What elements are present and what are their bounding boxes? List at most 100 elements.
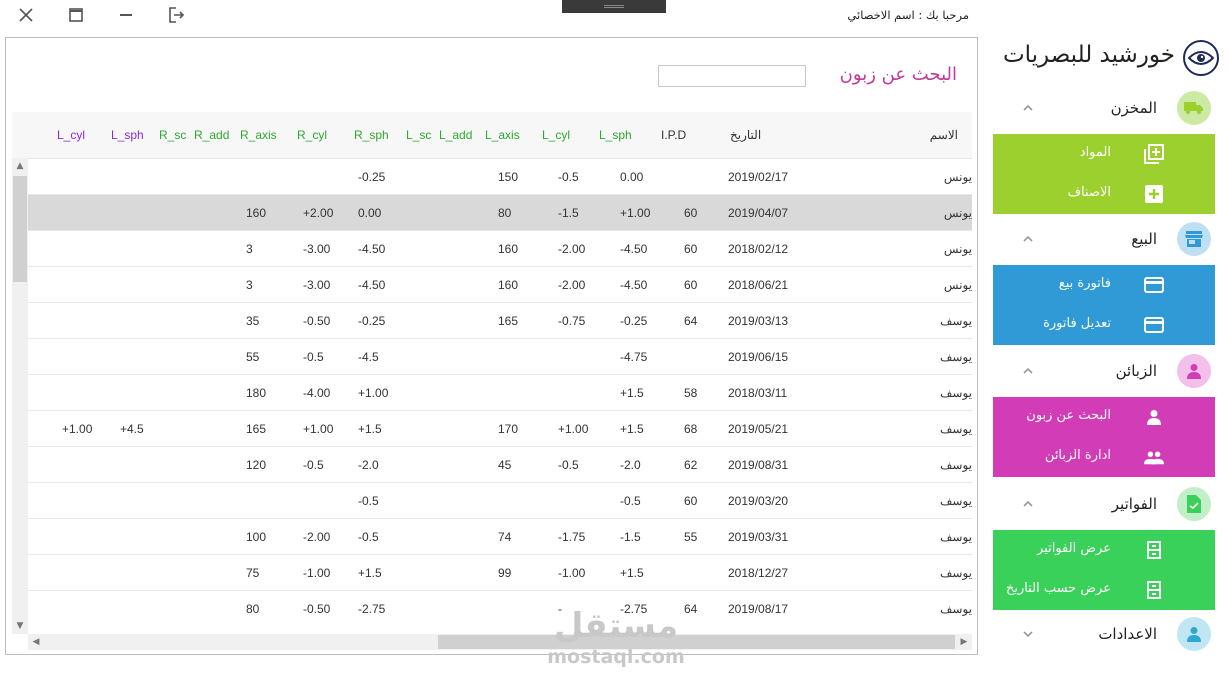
- cell-ipd: 64: [684, 314, 698, 328]
- cell-date: 2019/08/31: [728, 458, 789, 472]
- table-row[interactable]: يوسف 2018/03/11 58 +1.5 +1.00 -4.00 180: [28, 374, 972, 410]
- column-header-l-axis[interactable]: L_axis: [485, 128, 520, 142]
- sidebar-category-invoices[interactable]: الفواتير: [993, 486, 1215, 524]
- table-row[interactable]: يوسف 2019/03/13 64 -0.25 -0.75 165 -0.25 -0.50 3…: [28, 302, 972, 338]
- sidebar-item-view-invoices[interactable]: عرض الفواتير: [993, 530, 1215, 570]
- cell-r-sph: -2.75: [358, 602, 386, 616]
- brand-name: خورشيد للبصريات: [1002, 42, 1175, 68]
- column-header-r-sc[interactable]: R_sc: [159, 128, 186, 142]
- cell-r-cyl: -2.00: [303, 530, 331, 544]
- cell-l-sph: -0.5: [620, 494, 641, 508]
- sidebar-category-warehouse[interactable]: المخزن: [993, 90, 1215, 128]
- column-header-l-sph[interactable]: L_sph: [599, 128, 632, 142]
- cell-l-sph: -0.25: [620, 314, 648, 328]
- chevron-up-icon[interactable]: [1021, 496, 1035, 510]
- sidebar-item-view-by-date[interactable]: عرض حسب التاريخ: [993, 570, 1215, 610]
- column-header-r-add[interactable]: R_add: [194, 128, 229, 142]
- column-header-l-sc[interactable]: L_sc: [406, 128, 431, 142]
- cell-ipd: 68: [684, 422, 698, 436]
- column-header-l-cyl[interactable]: L_cyl: [542, 128, 570, 142]
- cell-name: يوسف: [939, 566, 972, 580]
- category-label: الزبائن: [1115, 362, 1157, 380]
- cell-date: 2019/04/07: [728, 206, 789, 220]
- table-row[interactable]: يوسف 2019/08/17 64 -2.75- -2.75 -0.50 80: [28, 590, 972, 626]
- vertical-scrollbar[interactable]: ▲ ▼: [12, 158, 28, 634]
- column-header-l-add[interactable]: L_add: [439, 128, 472, 142]
- sidebar-item-manage-customers[interactable]: ادارة الزبائن: [993, 437, 1215, 477]
- chevron-up-icon[interactable]: [1021, 363, 1035, 377]
- cell-r-cyl: -0.50: [303, 602, 331, 616]
- sidebar-item-edit-invoice[interactable]: تعديل فاتورة: [993, 305, 1215, 345]
- cell-ipd: 60: [684, 278, 698, 292]
- table-row[interactable]: يوسف 2019/03/20 60 -0.5 -0.5: [28, 482, 972, 518]
- window-drag-handle[interactable]: [562, 0, 666, 13]
- cell-ipd: 60: [684, 494, 698, 508]
- scroll-right-icon[interactable]: ▶: [956, 634, 972, 650]
- table-header: الاسم التاريخ I.P.D L_sph L_cyl L_axis L…: [12, 112, 972, 158]
- horizontal-scrollbar[interactable]: ◀ ▶: [28, 634, 972, 650]
- cell-l-axis: 99: [498, 566, 512, 580]
- cell-date: 2019/05/21: [728, 422, 789, 436]
- cell-ipd: 55: [684, 530, 698, 544]
- column-header-r-cyl[interactable]: R_cyl: [297, 128, 327, 142]
- cell-name: يونس: [943, 278, 972, 292]
- column-header-l-cyl-2[interactable]: L_cyl: [57, 128, 85, 142]
- cell-date: 2018/12/27: [728, 566, 789, 580]
- minimize-icon[interactable]: [114, 4, 138, 26]
- cell-l-axis: 80: [498, 206, 512, 220]
- scroll-up-icon[interactable]: ▲: [12, 158, 28, 174]
- table-row[interactable]: يوسف 2019/06/15 -4.75 -4.5 -0.5 55: [28, 338, 972, 374]
- column-header-date[interactable]: التاريخ: [730, 128, 761, 142]
- sidebar-category-customers[interactable]: الزبائن: [993, 353, 1215, 391]
- column-header-r-sph[interactable]: R_sph: [354, 128, 389, 142]
- column-header-l-sph-2[interactable]: L_sph: [111, 128, 144, 142]
- cell-r-sph: +1.00: [358, 386, 389, 400]
- welcome-text: مرحبا بك : اسم الاخصائي: [847, 8, 969, 22]
- table-row[interactable]: يونس 2019/04/07 60 +1.00 -1.5 80 0.00 +2.00 160: [28, 194, 972, 230]
- chevron-up-icon[interactable]: [1021, 100, 1035, 114]
- table-row[interactable]: يوسف 2019/08/31 62 -2.0 -0.5 45 -2.0 -0.5 120: [28, 446, 972, 482]
- sidebar-item-categories[interactable]: الاصناف: [993, 174, 1215, 214]
- horizontal-scroll-thumb[interactable]: [438, 635, 955, 649]
- document-icon: [1177, 487, 1211, 521]
- cell-l-cyl: -2.00: [558, 278, 586, 292]
- cell-date: 2019/06/15: [728, 350, 789, 364]
- chevron-down-icon[interactable]: [1021, 626, 1035, 640]
- cell-r-cyl: -0.5: [303, 458, 324, 472]
- close-icon[interactable]: [14, 4, 38, 26]
- sidebar-item-sale-invoice[interactable]: فاتورة بيع: [993, 265, 1215, 305]
- sidebar-item-label: البحث عن زبون: [1026, 408, 1111, 423]
- cell-date: 2019/08/17: [728, 602, 789, 616]
- vertical-scroll-thumb[interactable]: [13, 176, 27, 282]
- sidebar-category-settings[interactable]: الاعدادات: [993, 616, 1215, 654]
- cell-name: يونس: [943, 242, 972, 256]
- cell-r-sph: -4.50: [358, 278, 386, 292]
- cell-r-axis: 3: [246, 242, 253, 256]
- scroll-left-icon[interactable]: ◀: [28, 634, 44, 650]
- sidebar-category-sales[interactable]: البيع: [993, 221, 1215, 259]
- table-row[interactable]: يوسف 2019/05/21 68 +1.5 +1.00 170 +1.5 +1.00 165…: [28, 410, 972, 446]
- table-row[interactable]: يوسف 2019/03/31 55 -1.5 -1.75 74 -0.5 -2.00 100: [28, 518, 972, 554]
- sidebar-item-search-customer[interactable]: البحث عن زبون: [993, 397, 1215, 437]
- table-row[interactable]: يوسف 2018/12/27 +1.5 -1.00 99 +1.5 -1.00 75: [28, 554, 972, 590]
- cell-date: 2019/03/13: [728, 314, 789, 328]
- table-row[interactable]: يونس 2018/06/21 60 -4.50 -2.00 160 -4.50 -3.00 3: [28, 266, 972, 302]
- sidebar-item-label: عرض حسب التاريخ: [1005, 581, 1111, 596]
- cell-name: يوسف: [939, 602, 972, 616]
- column-header-name[interactable]: الاسم: [930, 128, 958, 142]
- table-row[interactable]: يونس 2019/02/17 0.00 -0.5 150 -0.25: [28, 158, 972, 194]
- search-input[interactable]: [658, 65, 806, 87]
- table-row[interactable]: يونس 2018/02/12 60 -4.50 -2.00 160 -4.50 -3.00 3: [28, 230, 972, 266]
- scroll-down-icon[interactable]: ▼: [12, 618, 28, 634]
- cell-l-sph: -1.5: [620, 530, 641, 544]
- logout-icon[interactable]: [164, 4, 188, 26]
- sidebar-item-materials[interactable]: المواد: [993, 134, 1215, 174]
- column-header-r-axis[interactable]: R_axis: [240, 128, 277, 142]
- customers-table[interactable]: الاسم التاريخ I.P.D L_sph L_cyl L_axis L…: [12, 112, 972, 652]
- chevron-up-icon[interactable]: [1021, 231, 1035, 245]
- cell-l-sph: 0.00: [620, 170, 644, 184]
- maximize-icon[interactable]: [64, 4, 88, 26]
- column-header-ipd[interactable]: I.P.D: [661, 128, 686, 142]
- cell-l-sph: -4.50: [620, 242, 648, 256]
- cell-name: يونس: [943, 206, 972, 220]
